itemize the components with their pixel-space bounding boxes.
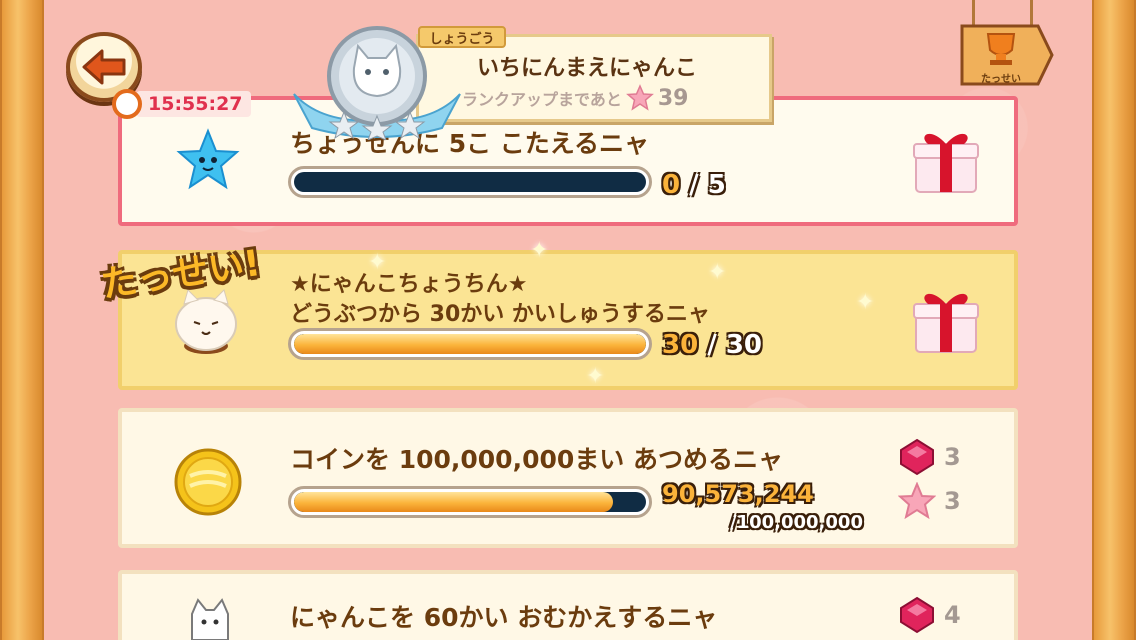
rank-up-count: 39	[657, 85, 689, 111]
left-wood-frame	[0, 0, 44, 640]
gift-box-icon[interactable]	[910, 282, 982, 356]
gem-icon	[900, 596, 934, 634]
silver-cat-medal-icon	[293, 26, 461, 140]
mission-card-3[interactable]	[118, 408, 1018, 548]
title-name: いちにんまえにゃんこ	[476, 56, 697, 81]
mission-2-title: ★にゃんこちょうちん★	[290, 272, 528, 297]
mission-3-progress-bar	[288, 486, 652, 518]
rank-up-row: ランクアップまであと 39	[462, 84, 752, 112]
mission-timer: 15:55:27	[112, 88, 251, 120]
mission-2-text: どうぶつから 30かい かいしゅうするニャ	[290, 302, 710, 327]
sparkle: ✦	[856, 290, 875, 315]
blue-star-icon	[176, 128, 240, 190]
rank-up-label: ランクアップまであと	[462, 90, 622, 109]
timer-text: 15:55:27	[136, 91, 251, 117]
achievements-label: たっせい	[981, 74, 1021, 85]
mission-3-text: コインを 100,000,000まい あつめるニャ	[290, 445, 783, 474]
clock-icon	[112, 89, 142, 119]
mission-1-progress-bar	[288, 166, 652, 198]
reward-star: 3	[898, 482, 961, 520]
gift-box-icon[interactable]	[910, 122, 982, 196]
gem-icon	[900, 438, 934, 476]
white-cat-icon	[191, 598, 229, 640]
mission-4-text: にゃんこを 60かい おむかえするニャ	[290, 603, 718, 632]
mission-3-current: 90,573,244	[662, 480, 814, 508]
mission-3-total: /100,000,000	[730, 512, 863, 533]
sparkle: ✦	[530, 238, 549, 263]
gold-coin-icon	[174, 448, 242, 516]
right-wood-frame	[1092, 0, 1136, 640]
back-arrow-icon	[82, 49, 126, 85]
pink-star-icon	[625, 84, 654, 111]
reward-gem-count: 3	[944, 443, 961, 471]
reward-gem: 4	[898, 596, 961, 634]
mission-1-count: 0 / 5	[662, 170, 726, 200]
reward-gem-count: 4	[944, 601, 961, 629]
mission-2-progress-bar	[288, 328, 652, 360]
reward-gem: 3	[898, 438, 961, 476]
mission-2-count: 30 / 30	[662, 330, 762, 360]
reward-star-count: 3	[944, 487, 961, 515]
sparkle: ✦	[708, 260, 727, 285]
sparkle: ✦	[586, 364, 605, 389]
star-icon	[898, 482, 936, 520]
